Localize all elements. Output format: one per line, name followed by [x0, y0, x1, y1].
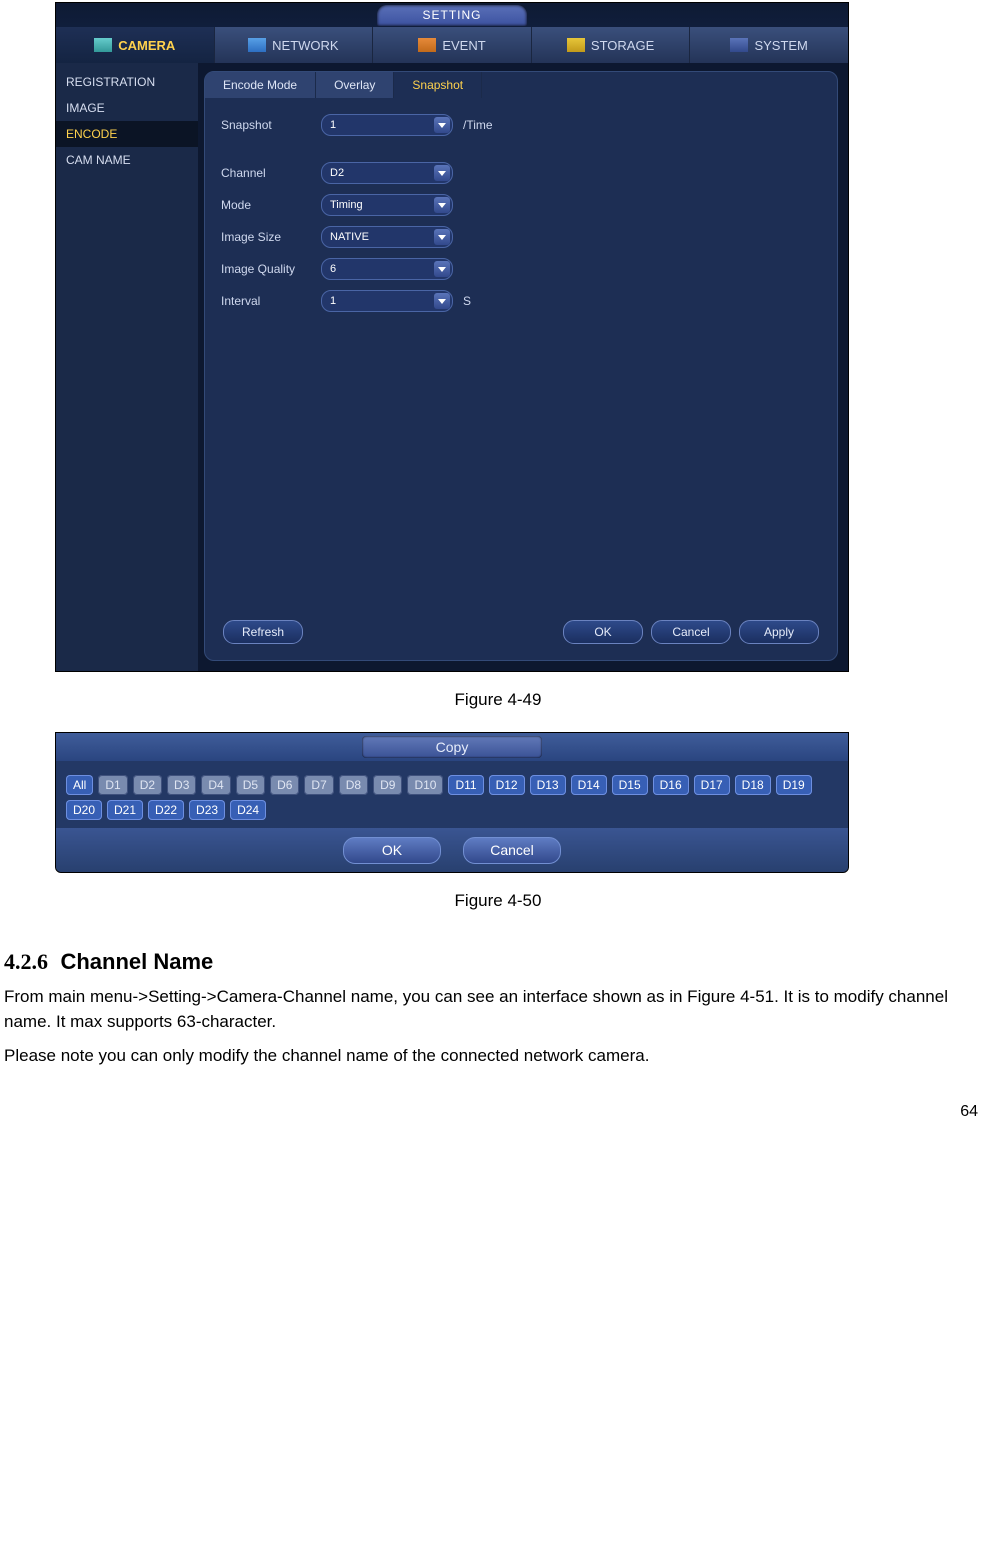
mode-value: Timing [330, 199, 363, 211]
snapshot-unit: /Time [463, 118, 493, 132]
channel-chip[interactable]: D19 [776, 775, 812, 795]
channel-select[interactable]: D2 [321, 162, 453, 184]
nav-network[interactable]: NETWORK [215, 27, 374, 63]
channel-chip[interactable]: D17 [694, 775, 730, 795]
nav-network-label: NETWORK [272, 38, 338, 53]
side-encode[interactable]: ENCODE [56, 121, 198, 147]
size-label: Image Size [221, 230, 321, 244]
network-icon [248, 38, 266, 52]
section-number: 4.2.6 [4, 949, 48, 974]
setting-sidemenu: REGISTRATION IMAGE ENCODE CAM NAME [56, 63, 198, 671]
channel-chip[interactable]: D23 [189, 800, 225, 820]
side-registration[interactable]: REGISTRATION [56, 69, 198, 95]
size-value: NATIVE [330, 231, 369, 243]
tab-snapshot[interactable]: Snapshot [394, 72, 482, 98]
channel-chip[interactable]: D18 [735, 775, 771, 795]
refresh-button[interactable]: Refresh [223, 620, 303, 644]
figure-caption-1: Figure 4-49 [0, 690, 996, 710]
channel-chip[interactable]: D8 [339, 775, 368, 795]
interval-label: Interval [221, 294, 321, 308]
apply-button[interactable]: Apply [739, 620, 819, 644]
setting-window: SETTING CAMERA NETWORK EVENT STORAGE SYS… [55, 2, 849, 672]
section-paragraph-2: Please note you can only modify the chan… [4, 1044, 992, 1069]
channel-chip[interactable]: D1 [98, 775, 127, 795]
channel-chip[interactable]: D4 [201, 775, 230, 795]
nav-storage-label: STORAGE [591, 38, 654, 53]
snapshot-select[interactable]: 1 [321, 114, 453, 136]
chevron-down-icon [434, 293, 450, 309]
copy-title: Copy [362, 736, 542, 758]
nav-system-label: SYSTEM [754, 38, 807, 53]
nav-camera[interactable]: CAMERA [56, 27, 215, 63]
channel-chip[interactable]: D10 [407, 775, 443, 795]
nav-camera-label: CAMERA [118, 38, 175, 53]
channel-value: D2 [330, 167, 344, 179]
chevron-down-icon [434, 197, 450, 213]
size-select[interactable]: NATIVE [321, 226, 453, 248]
chevron-down-icon [434, 229, 450, 245]
storage-icon [567, 38, 585, 52]
tab-overlay[interactable]: Overlay [316, 72, 394, 98]
figure-caption-2: Figure 4-50 [0, 891, 996, 911]
section-title: Channel Name [60, 949, 213, 974]
snapshot-value: 1 [330, 119, 336, 131]
section-heading: 4.2.6 Channel Name [4, 949, 992, 975]
channel-chip[interactable]: D16 [653, 775, 689, 795]
page-number: 64 [960, 1103, 978, 1121]
interval-value: 1 [330, 295, 336, 307]
side-camname[interactable]: CAM NAME [56, 147, 198, 173]
setting-topnav: CAMERA NETWORK EVENT STORAGE SYSTEM [56, 27, 848, 63]
channel-chip[interactable]: D9 [373, 775, 402, 795]
channel-chip[interactable]: D13 [530, 775, 566, 795]
channel-chip[interactable]: D20 [66, 800, 102, 820]
nav-event-label: EVENT [442, 38, 485, 53]
chevron-down-icon [434, 261, 450, 277]
channel-chip[interactable]: D6 [270, 775, 299, 795]
cancel-button[interactable]: Cancel [651, 620, 731, 644]
channel-chip[interactable]: D11 [448, 775, 483, 795]
camera-icon [94, 38, 112, 52]
snapshot-label: Snapshot [221, 118, 321, 132]
tab-encode-mode[interactable]: Encode Mode [205, 72, 316, 98]
channel-label: Channel [221, 166, 321, 180]
copy-titlebar: Copy [56, 733, 848, 761]
channel-chip[interactable]: All [66, 775, 93, 795]
setting-title: SETTING [377, 5, 527, 26]
mode-label: Mode [221, 198, 321, 212]
channel-chip[interactable]: D21 [107, 800, 143, 820]
nav-event[interactable]: EVENT [373, 27, 532, 63]
interval-select[interactable]: 1 [321, 290, 453, 312]
chevron-down-icon [434, 165, 450, 181]
event-icon [418, 38, 436, 52]
channel-chip[interactable]: D2 [133, 775, 162, 795]
setting-titlebar: SETTING [56, 3, 848, 27]
mode-select[interactable]: Timing [321, 194, 453, 216]
channel-chip[interactable]: D14 [571, 775, 607, 795]
quality-label: Image Quality [221, 262, 321, 276]
channel-chip[interactable]: D22 [148, 800, 184, 820]
quality-select[interactable]: 6 [321, 258, 453, 280]
channel-chip-grid: AllD1D2D3D4D5D6D7D8D9D10D11D12D13D14D15D… [66, 775, 838, 820]
copy-cancel-button[interactable]: Cancel [463, 837, 561, 864]
ok-button[interactable]: OK [563, 620, 643, 644]
encode-tabs: Encode Mode Overlay Snapshot [205, 72, 837, 98]
channel-chip[interactable]: D3 [167, 775, 196, 795]
interval-unit: S [463, 294, 471, 308]
channel-chip[interactable]: D5 [236, 775, 265, 795]
copy-ok-button[interactable]: OK [343, 837, 441, 864]
encode-panel: Encode Mode Overlay Snapshot Snapshot 1 … [204, 71, 838, 661]
channel-chip[interactable]: D7 [304, 775, 333, 795]
channel-chip[interactable]: D15 [612, 775, 648, 795]
side-image[interactable]: IMAGE [56, 95, 198, 121]
chevron-down-icon [434, 117, 450, 133]
section-paragraph-1: From main menu->Setting->Camera-Channel … [4, 985, 992, 1034]
nav-storage[interactable]: STORAGE [532, 27, 691, 63]
channel-chip[interactable]: D12 [489, 775, 525, 795]
channel-chip[interactable]: D24 [230, 800, 266, 820]
nav-system[interactable]: SYSTEM [690, 27, 848, 63]
quality-value: 6 [330, 263, 336, 275]
system-icon [730, 38, 748, 52]
copy-dialog: Copy AllD1D2D3D4D5D6D7D8D9D10D11D12D13D1… [55, 732, 849, 873]
